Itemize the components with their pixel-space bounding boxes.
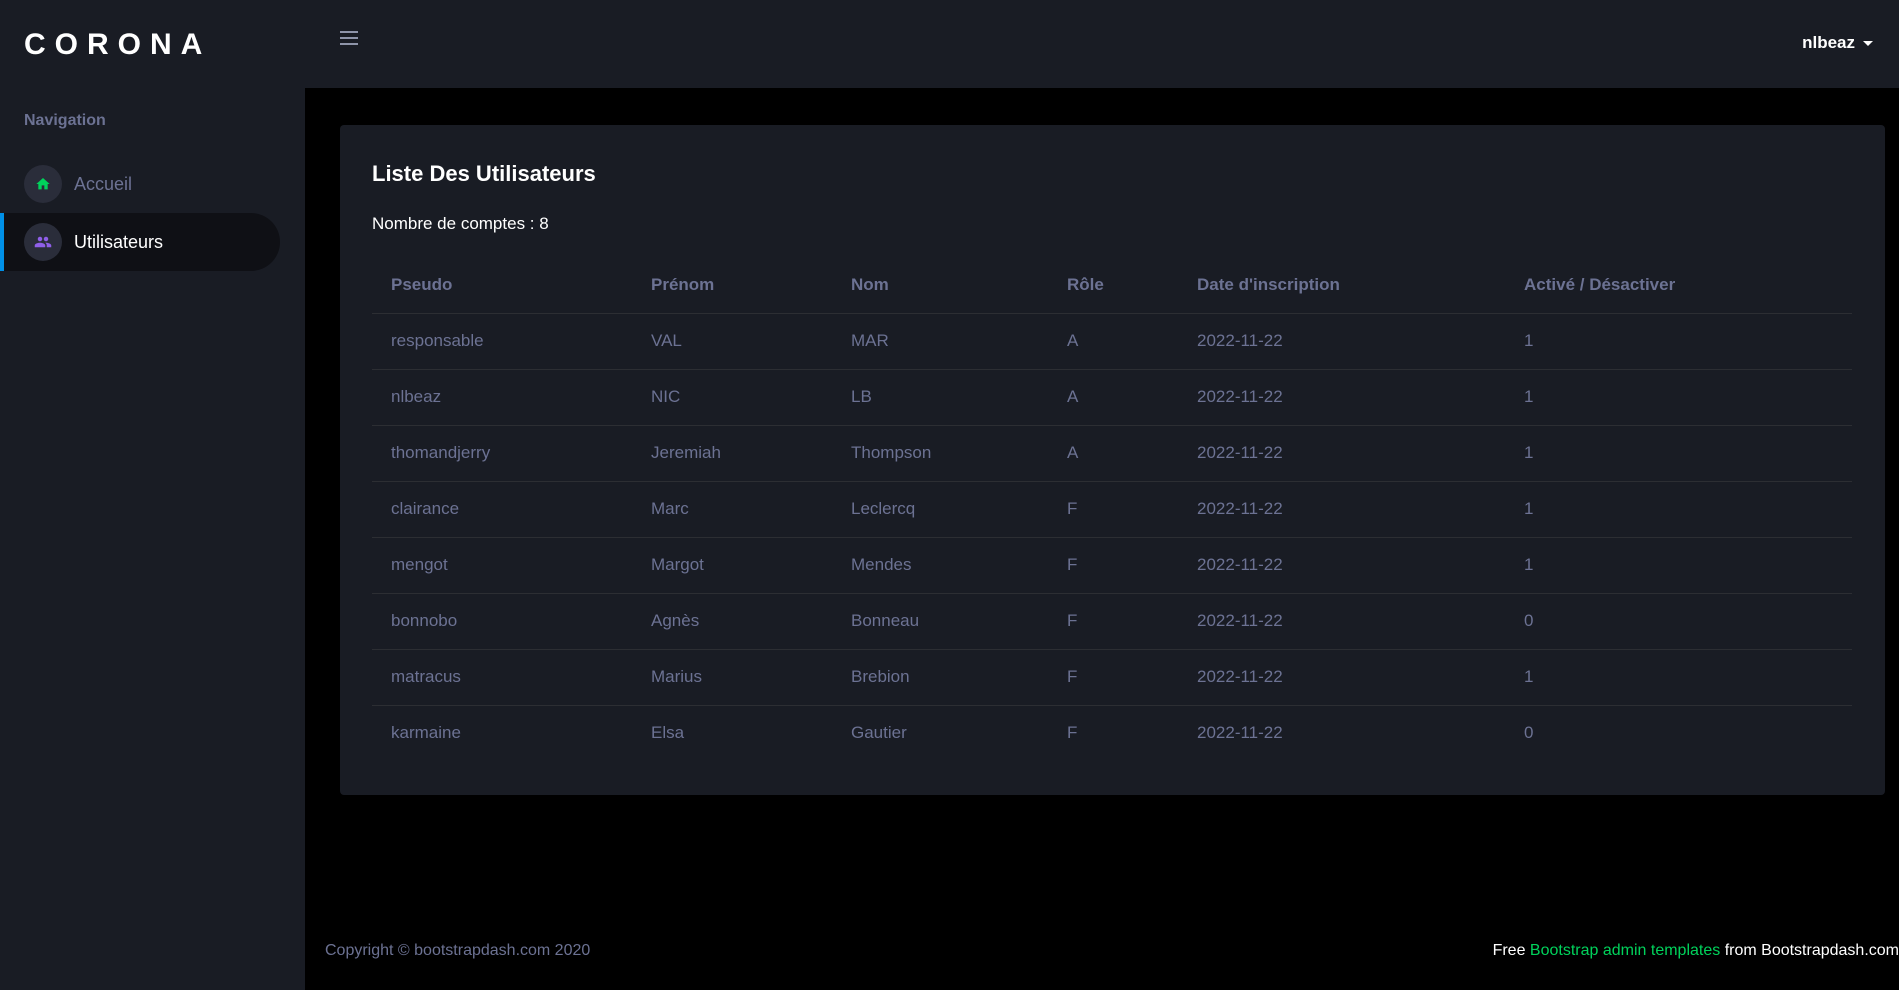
column-header: Activé / Désactiver bbox=[1505, 257, 1852, 314]
active-cell: 0 bbox=[1505, 593, 1852, 650]
column-header: Nom bbox=[832, 257, 1048, 314]
active-cell: 0 bbox=[1524, 723, 1534, 743]
nom-cell: Mendes bbox=[832, 537, 1048, 594]
sidebar: CORONA Navigation Accueil Utilisateurs bbox=[0, 0, 305, 990]
prenom-cell: NIC bbox=[632, 369, 832, 426]
active-cell: 1 bbox=[1505, 425, 1852, 482]
footer-from-text: from Bootstrapdash.com bbox=[1720, 942, 1899, 959]
prenom-cell: Elsa bbox=[651, 723, 685, 743]
account-count: Nombre de comptes : 8 bbox=[372, 214, 549, 233]
pseudo-cell: bonnobo bbox=[372, 593, 632, 650]
date-cell: 2022-11-22 bbox=[1178, 425, 1505, 482]
table-row: mengot Margot Mendes F 2022-11-22 1 bbox=[372, 537, 1852, 594]
nom-cell: MAR bbox=[832, 313, 1048, 370]
date-cell: 2022-11-22 bbox=[1197, 723, 1283, 743]
sidebar-item-utilisateurs[interactable]: Utilisateurs bbox=[0, 213, 280, 271]
brand-logo[interactable]: CORONA bbox=[24, 28, 211, 62]
pseudo-cell: mengot bbox=[372, 537, 632, 594]
user-menu[interactable]: nlbeaz bbox=[1802, 33, 1873, 53]
table-row: thomandjerry Jeremiah Thompson A 2022-11-22 1 bbox=[372, 425, 1852, 482]
table-row: bonnobo Agnès Bonneau F 2022-11-22 0 bbox=[372, 593, 1852, 650]
sidebar-item-label: Accueil bbox=[74, 173, 133, 194]
home-icon bbox=[24, 165, 62, 203]
column-header: Prénom bbox=[632, 257, 832, 314]
users-card: Liste Des Utilisateurs Nombre de comptes… bbox=[340, 125, 1885, 795]
active-cell: 1 bbox=[1505, 481, 1852, 538]
users-table: Pseudo Prénom Nom Rôle Date d'inscriptio… bbox=[372, 257, 1852, 761]
prenom-cell: Agnès bbox=[632, 593, 832, 650]
users-icon bbox=[24, 223, 62, 261]
column-header: Rôle bbox=[1048, 257, 1178, 314]
sidebar-item-label: Utilisateurs bbox=[74, 231, 164, 252]
role-cell: F bbox=[1048, 537, 1178, 594]
caret-down-icon bbox=[1863, 40, 1873, 46]
role-cell: F bbox=[1048, 649, 1178, 706]
active-cell: 1 bbox=[1505, 313, 1852, 370]
menu-toggle-icon[interactable] bbox=[340, 31, 358, 45]
pseudo-cell: clairance bbox=[372, 481, 632, 538]
sidebar-item-accueil[interactable]: Accueil bbox=[0, 155, 280, 213]
username: nlbeaz bbox=[1802, 33, 1855, 52]
date-cell: 2022-11-22 bbox=[1178, 369, 1505, 426]
pseudo-cell: karmaine bbox=[391, 723, 461, 743]
table-row: karmaine Elsa Gautier F 2022-11-22 0 bbox=[372, 705, 1852, 761]
table-header-row: Pseudo Prénom Nom Rôle Date d'inscriptio… bbox=[372, 257, 1852, 314]
date-cell: 2022-11-22 bbox=[1178, 481, 1505, 538]
prenom-cell: VAL bbox=[632, 313, 832, 370]
nom-cell: Thompson bbox=[832, 425, 1048, 482]
footer-credit: Free Bootstrap admin templates from Boot… bbox=[1493, 942, 1899, 960]
nom-cell: Brebion bbox=[832, 649, 1048, 706]
role-cell: F bbox=[1048, 481, 1178, 538]
table-row: matracus Marius Brebion F 2022-11-22 1 bbox=[372, 649, 1852, 706]
nav-heading: Navigation bbox=[24, 112, 106, 129]
pseudo-cell: responsable bbox=[372, 313, 632, 370]
role-cell: A bbox=[1048, 369, 1178, 426]
table-row: nlbeaz NIC LB A 2022-11-22 1 bbox=[372, 369, 1852, 426]
prenom-cell: Margot bbox=[632, 537, 832, 594]
table-row: clairance Marc Leclercq F 2022-11-22 1 bbox=[372, 481, 1852, 538]
footer-copyright: Copyright © bootstrapdash.com 2020 bbox=[325, 942, 591, 959]
active-cell: 1 bbox=[1505, 649, 1852, 706]
nom-cell: Gautier bbox=[851, 723, 907, 743]
footer-templates-link[interactable]: Bootstrap admin templates bbox=[1530, 942, 1720, 959]
active-cell: 1 bbox=[1505, 369, 1852, 426]
pseudo-cell: nlbeaz bbox=[372, 369, 632, 426]
column-header: Date d'inscription bbox=[1178, 257, 1505, 314]
role-cell: F bbox=[1067, 723, 1078, 743]
prenom-cell: Marius bbox=[632, 649, 832, 706]
role-cell: F bbox=[1048, 593, 1178, 650]
column-header: Pseudo bbox=[372, 257, 632, 314]
topbar: nlbeaz bbox=[305, 0, 1899, 88]
active-cell: 1 bbox=[1505, 537, 1852, 594]
card-title: Liste Des Utilisateurs bbox=[372, 161, 596, 186]
date-cell: 2022-11-22 bbox=[1178, 537, 1505, 594]
role-cell: A bbox=[1048, 425, 1178, 482]
nom-cell: Bonneau bbox=[832, 593, 1048, 650]
date-cell: 2022-11-22 bbox=[1178, 593, 1505, 650]
table-row: responsable VAL MAR A 2022-11-22 1 bbox=[372, 313, 1852, 370]
role-cell: A bbox=[1048, 313, 1178, 370]
prenom-cell: Marc bbox=[632, 481, 832, 538]
date-cell: 2022-11-22 bbox=[1178, 313, 1505, 370]
pseudo-cell: matracus bbox=[372, 649, 632, 706]
prenom-cell: Jeremiah bbox=[632, 425, 832, 482]
date-cell: 2022-11-22 bbox=[1178, 649, 1505, 706]
nom-cell: LB bbox=[832, 369, 1048, 426]
pseudo-cell: thomandjerry bbox=[372, 425, 632, 482]
nom-cell: Leclercq bbox=[832, 481, 1048, 538]
footer-free-text: Free bbox=[1492, 942, 1530, 959]
